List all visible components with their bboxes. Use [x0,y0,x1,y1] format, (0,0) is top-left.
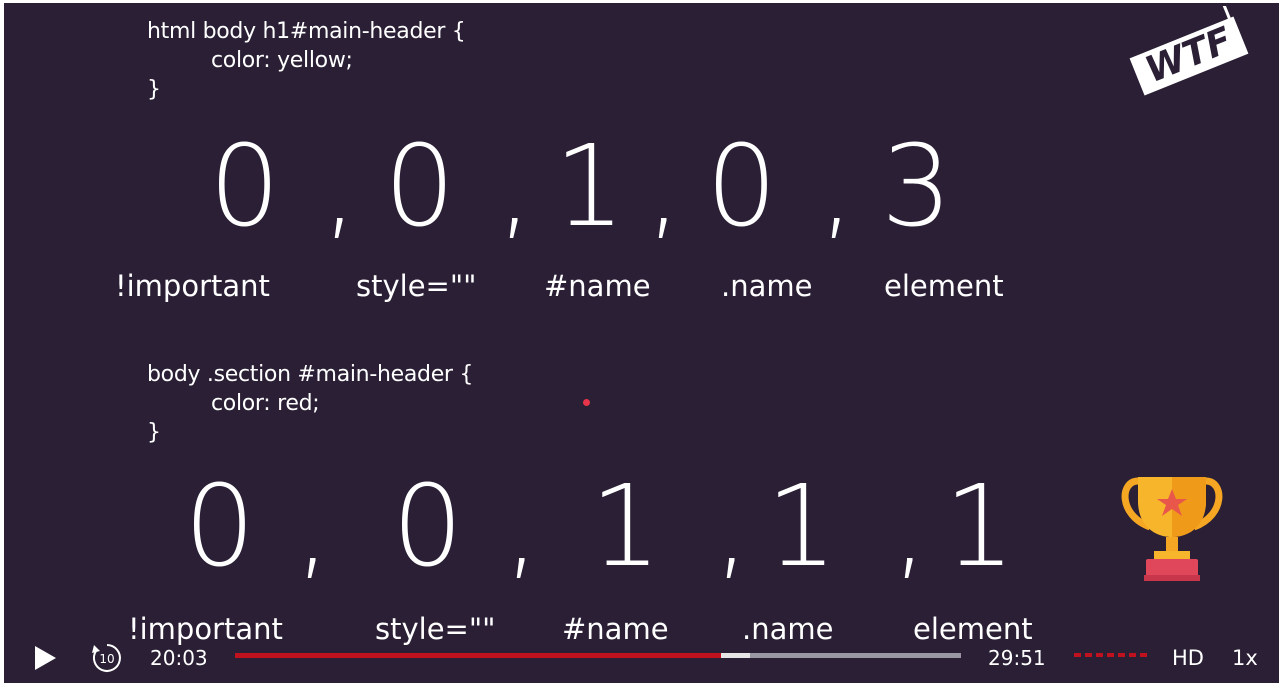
wtf-logo-icon: WTF [1129,6,1249,96]
specificity-separator: , [504,462,540,592]
progress-played [235,653,722,658]
speed-button[interactable]: 1x [1232,646,1258,670]
specificity-labels-1: !important style="" #name .name element [4,269,1279,309]
logo-text: WTF [1140,20,1238,91]
property-line: color: red; [211,391,320,416]
specificity-separator: , [892,462,928,592]
rewind-label: 10 [99,652,114,666]
specificity-row-1: 0 , 0 , 1 , 0 , 3 [4,131,1279,243]
specificity-digit: 3 [881,122,953,252]
css-rule-2: body .section #main-header { color: red;… [147,360,473,447]
specificity-digit: 0 [706,122,778,252]
specificity-separator: , [322,122,358,252]
specificity-separator: , [646,122,682,252]
label-inline-style: style="" [356,269,477,303]
specificity-separator: , [714,462,750,592]
label-id: #name [544,269,651,303]
specificity-digit: 0 [392,462,464,592]
closing-brace: } [147,420,161,445]
specificity-digit: 1 [766,462,838,592]
total-time: 29:51 [988,646,1046,670]
specificity-separator: , [497,122,533,252]
player-controls: 10 20:03 29:51 HD 1x [4,633,1279,683]
property-line: color: yellow; [211,48,353,73]
selector-line: body .section #main-header { [147,362,474,387]
current-time: 20:03 [150,646,208,670]
specificity-digit: 1 [554,122,626,252]
css-rule-1: html body h1#main-header { color: yellow… [147,17,466,104]
specificity-digit: 1 [590,462,662,592]
specificity-digit: 0 [184,462,256,592]
progress-bar[interactable] [235,653,961,658]
chapter-markers [1074,653,1150,657]
play-icon[interactable] [31,643,59,673]
label-class: .name [721,269,813,303]
label-element: element [884,269,1004,303]
closing-brace: } [147,77,161,102]
selector-line: html body h1#main-header { [147,19,466,44]
video-frame[interactable]: html body h1#main-header { color: yellow… [4,3,1279,683]
specificity-row-2: 0 , 0 , 1 , 1 , 1 [4,471,1279,583]
trophy-icon [1121,477,1223,581]
specificity-separator: , [819,122,855,252]
rewind-10-icon[interactable]: 10 [90,641,124,675]
specificity-digit: 1 [944,462,1016,592]
specificity-digit: 0 [209,122,281,252]
specificity-separator: , [295,462,331,592]
laser-pointer-dot [583,399,590,406]
quality-button[interactable]: HD [1172,646,1204,670]
specificity-digit: 0 [384,122,456,252]
label-important: !important [115,269,270,303]
